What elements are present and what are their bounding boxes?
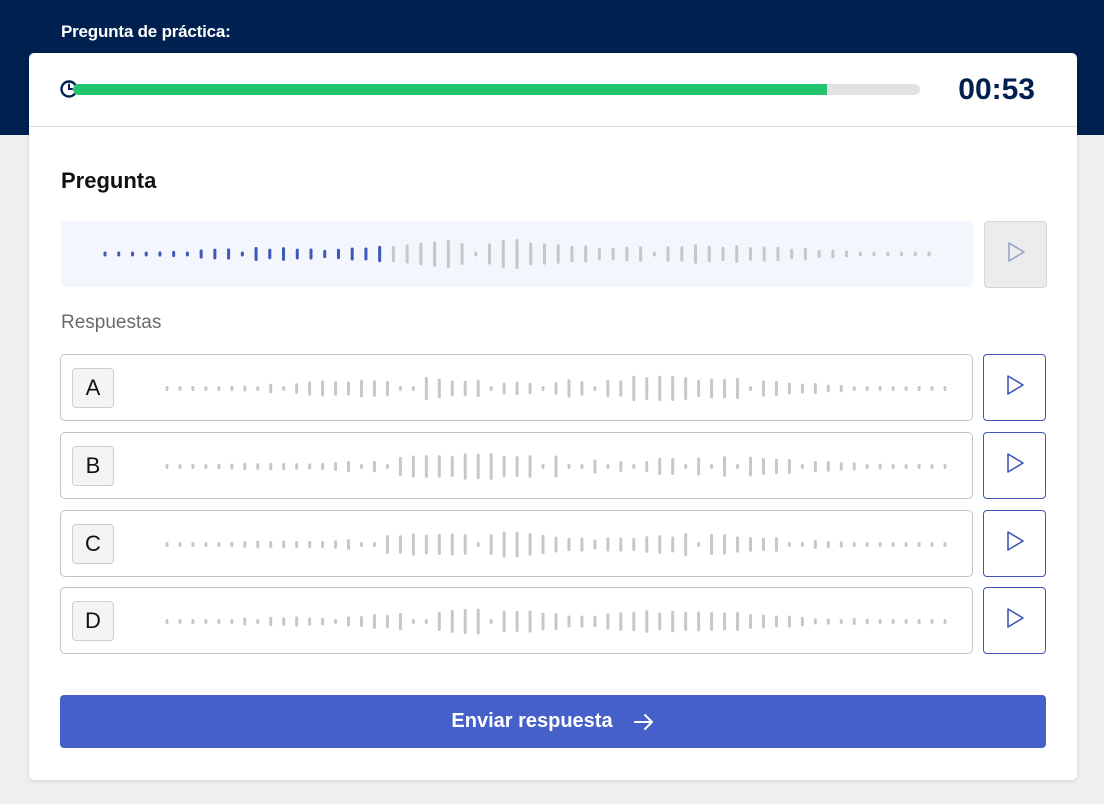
answer-b-play-button[interactable] [983,432,1046,499]
page-label: Pregunta de práctica: [61,22,231,41]
answer-letter: B [72,446,114,486]
answer-option-a[interactable]: A [60,354,973,421]
question-waveform[interactable] [61,221,973,287]
answer-waveform [165,608,947,635]
play-icon [1004,607,1026,634]
question-play-button[interactable] [984,221,1047,288]
answer-letter: D [72,601,114,641]
answer-d-play-button[interactable] [983,587,1046,654]
play-icon [1005,241,1027,268]
answer-letter: C [72,524,114,564]
submit-answer-button[interactable]: Enviar respuesta [60,695,1046,748]
arrow-right-icon [633,712,655,732]
answers-title: Respuestas [61,312,162,333]
answer-waveform [165,531,947,558]
answer-option-b[interactable]: B [60,432,973,499]
timer-row: 00:53 [29,53,1077,127]
timer-value: 00:53 [958,73,1035,106]
timer-progress-bar [73,84,920,95]
answer-letter: A [72,368,114,408]
answer-a-play-button[interactable] [983,354,1046,421]
submit-label: Enviar respuesta [451,710,613,732]
answer-waveform [165,375,947,402]
play-icon [1004,374,1026,401]
answer-waveform [165,453,947,480]
play-icon [1004,452,1026,479]
timer-progress-fill [73,84,827,95]
play-icon [1004,530,1026,557]
answer-option-c[interactable]: C [60,510,973,577]
answer-c-play-button[interactable] [983,510,1046,577]
question-card: 00:53 Pregunta Respuestas A B C D Enviar… [29,53,1077,780]
question-title: Pregunta [61,168,157,193]
answer-option-d[interactable]: D [60,587,973,654]
